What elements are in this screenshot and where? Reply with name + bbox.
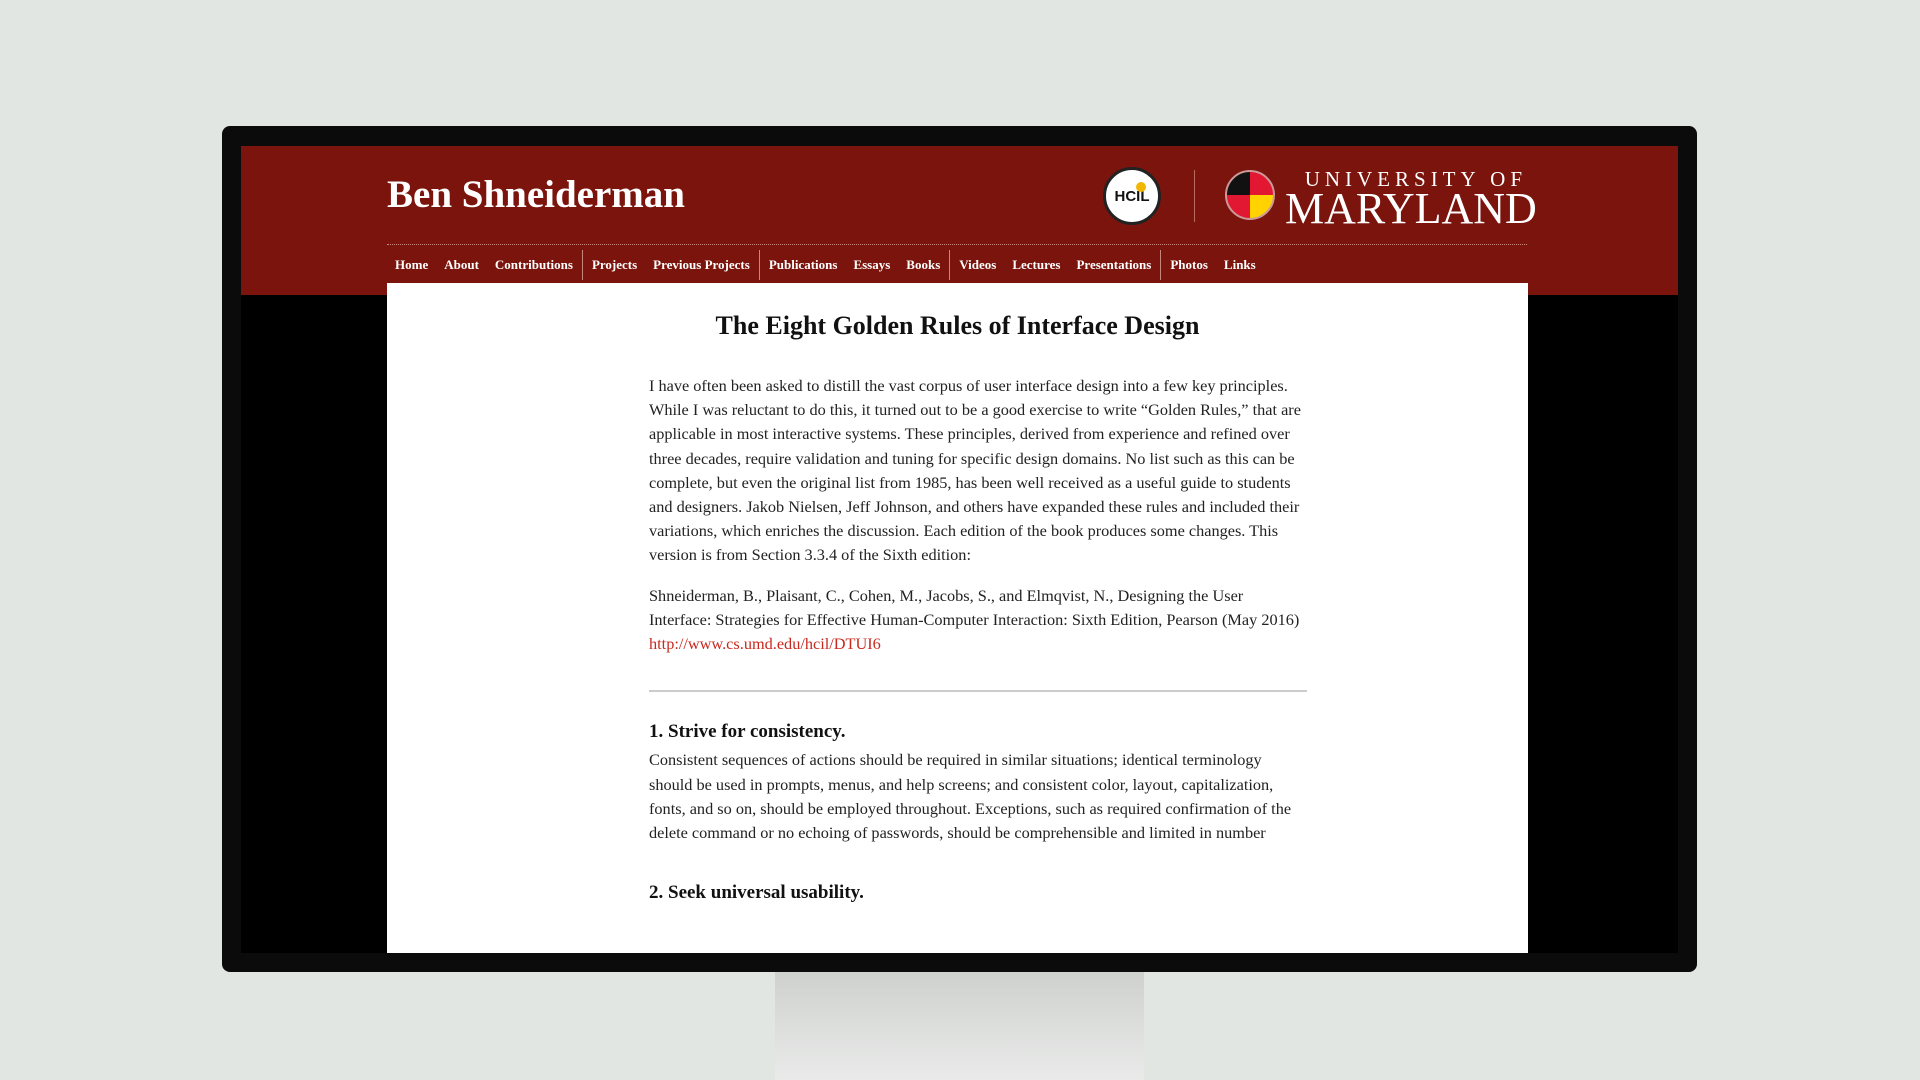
nav-item-essays[interactable]: Essays [845,250,898,280]
page-title: The Eight Golden Rules of Interface Desi… [715,311,1200,340]
site-header: Ben Shneiderman HCIL UNIVERSITY OF MARYL… [241,146,1678,295]
nav-item-projects[interactable]: Projects [584,250,645,280]
nav-separator [949,250,951,280]
nav-item-lectures[interactable]: Lectures [1004,250,1068,280]
citation-text: Shneiderman, B., Plaisant, C., Cohen, M.… [649,585,1300,629]
citation: Shneiderman, B., Plaisant, C., Cohen, M.… [649,584,1301,657]
nav-separator [581,250,583,280]
nav-item-links[interactable]: Links [1216,250,1264,280]
nav-separator [1160,250,1162,280]
nav-item-previous-projects[interactable]: Previous Projects [645,250,758,280]
nav-divider [387,244,1527,245]
nav-item-presentations[interactable]: Presentations [1068,250,1159,280]
rule-heading: 2. Seek universal usability. [649,882,864,904]
nav-item-about[interactable]: About [436,250,487,280]
rule-heading: 1. Strive for consistency. [649,721,846,743]
nav-item-books[interactable]: Books [898,250,948,280]
umd-logo-line2: MARYLAND [1285,184,1537,233]
section-divider [649,690,1307,693]
nav-item-photos[interactable]: Photos [1162,250,1216,280]
intro-paragraph: I have often been asked to distill the v… [649,376,1301,565]
nav-item-videos[interactable]: Videos [951,250,1004,280]
rule-text: Consistent sequences of actions should b… [649,750,1292,843]
hcil-logo[interactable]: HCIL [1103,167,1161,225]
content-area: The Eight Golden Rules of Interface Desi… [387,283,1528,953]
article-body: I have often been asked to distill the v… [649,374,1307,909]
nav-item-contributions[interactable]: Contributions [487,250,581,280]
nav-item-home[interactable]: Home [387,250,436,280]
nav-item-publications[interactable]: Publications [761,250,846,280]
logo-divider [1194,170,1195,222]
site-title[interactable]: Ben Shneiderman [387,172,685,217]
umd-logo[interactable]: UNIVERSITY OF MARYLAND [1285,168,1537,233]
monitor-screen: Ben Shneiderman HCIL UNIVERSITY OF MARYL… [241,146,1678,953]
citation-link[interactable]: http://www.cs.umd.edu/hcil/DTUI6 [649,634,881,653]
main-nav: Home About Contributions Projects Previous P… [387,250,1264,280]
hcil-logo-dot [1136,182,1146,192]
nav-separator [758,250,760,280]
monitor-stand [775,972,1144,1080]
umd-crest-icon[interactable] [1225,170,1275,220]
